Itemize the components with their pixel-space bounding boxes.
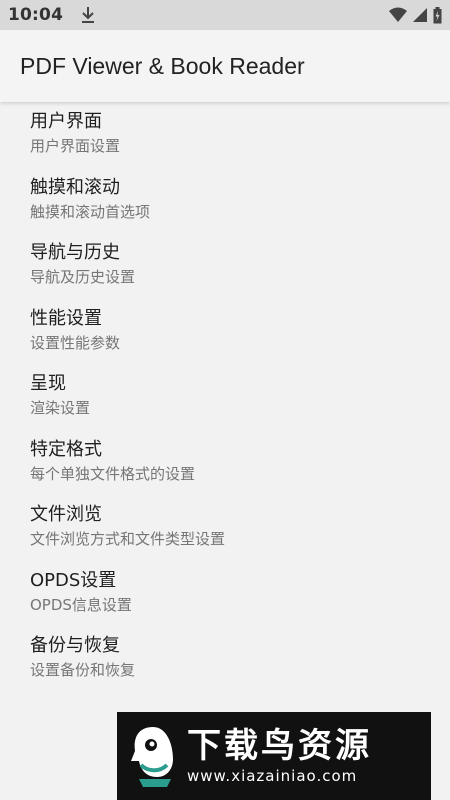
cell-signal-icon (413, 7, 427, 23)
settings-item-title: OPDS设置 (30, 569, 117, 591)
settings-item-file-browsing[interactable]: 文件浏览 文件浏览方式和文件类型设置 (0, 497, 450, 563)
settings-item-summary: 文件浏览方式和文件类型设置 (30, 530, 226, 548)
watermark-text: 下载鸟资源 www.xiazainiao.com (187, 726, 372, 786)
settings-item-summary: 设置备份和恢复 (30, 661, 136, 679)
settings-item-summary: 用户界面设置 (30, 137, 121, 155)
settings-item-rendering[interactable]: 呈现 渲染设置 (0, 366, 450, 432)
settings-item-performance[interactable]: 性能设置 设置性能参数 (0, 301, 450, 367)
settings-item-title: 性能设置 (30, 307, 102, 329)
settings-item-title: 用户界面 (30, 111, 102, 132)
settings-item-title: 文件浏览 (30, 504, 102, 525)
status-time: 10:04 (8, 5, 64, 25)
download-icon (81, 6, 95, 24)
settings-list: 用户界面 用户界面设置 触摸和滚动 触摸和滚动首选项 导航与历史 导航及历史设置… (0, 104, 450, 694)
wifi-icon (389, 7, 407, 23)
app-bar: PDF Viewer & Book Reader (0, 30, 450, 102)
settings-item-touch-scroll[interactable]: 触摸和滚动 触摸和滚动首选项 (0, 170, 450, 236)
settings-item-navigation-history[interactable]: 导航与历史 导航及历史设置 (0, 235, 450, 301)
settings-item-opds[interactable]: OPDS设置 OPDS信息设置 (0, 563, 450, 629)
watermark-name: 下载鸟资源 (187, 726, 372, 766)
settings-item-summary: 触摸和滚动首选项 (30, 202, 151, 221)
status-bar: 10:04 (0, 0, 450, 30)
settings-item-summary: 设置性能参数 (30, 333, 121, 352)
settings-item-format-specific[interactable]: 特定格式 每个单独文件格式的设置 (0, 432, 450, 498)
watermark-banner: 下载鸟资源 www.xiazainiao.com (117, 712, 431, 800)
settings-item-summary: 每个单独文件格式的设置 (30, 464, 196, 483)
app-title: PDF Viewer & Book Reader (20, 52, 305, 79)
status-icons (389, 6, 442, 24)
settings-item-summary: 渲染设置 (30, 399, 91, 417)
settings-item-backup-restore[interactable]: 备份与恢复 设置备份和恢复 (0, 628, 450, 694)
watermark-url: www.xiazainiao.com (187, 767, 358, 785)
settings-item-title: 触摸和滚动 (30, 176, 120, 198)
settings-item-title: 呈现 (30, 373, 66, 394)
settings-item-title: 特定格式 (30, 438, 102, 460)
settings-item-summary: OPDS信息设置 (30, 595, 132, 614)
settings-item-title: 备份与恢复 (30, 635, 120, 656)
settings-item-title: 导航与历史 (30, 242, 120, 263)
bird-logo-icon (125, 721, 181, 791)
settings-item-ui[interactable]: 用户界面 用户界面设置 (0, 104, 450, 170)
battery-icon (433, 6, 442, 24)
settings-item-summary: 导航及历史设置 (30, 268, 136, 286)
